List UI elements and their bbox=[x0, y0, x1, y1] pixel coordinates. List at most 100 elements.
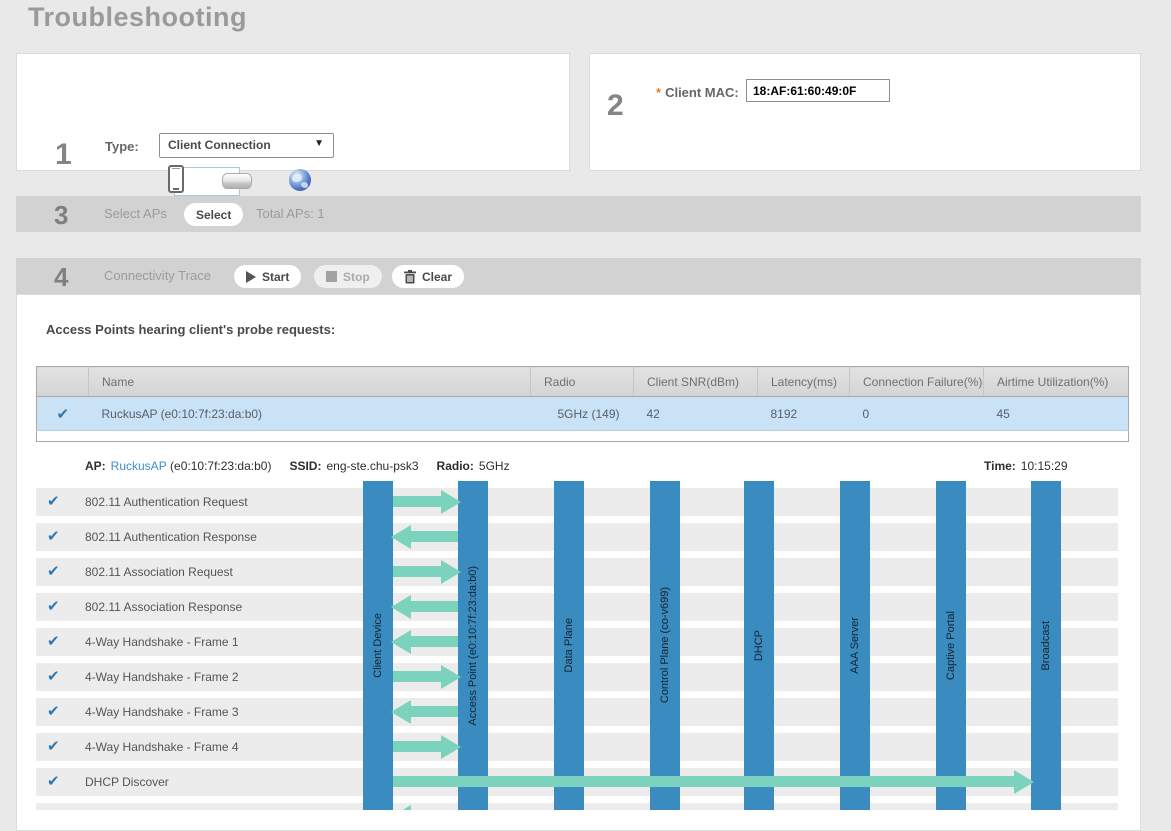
step-check-icon: ✔ bbox=[47, 558, 60, 586]
trace-arrow-right bbox=[393, 735, 461, 759]
step-check-icon: ✔ bbox=[47, 663, 60, 691]
step-check-icon: ✔ bbox=[47, 628, 60, 656]
ssid-value: eng-ste.chu-psk3 bbox=[326, 459, 418, 473]
column-header-latency-ms-[interactable]: Latency(ms) bbox=[758, 367, 850, 397]
step-label: 4-Way Handshake - Frame 3 bbox=[85, 698, 239, 726]
step-label: 4-Way Handshake - Frame 1 bbox=[85, 628, 239, 656]
trace-arrow-right bbox=[393, 665, 461, 689]
step4-bar: 4 Connectivity Trace Start Stop Clear bbox=[16, 258, 1141, 294]
page-title: Troubleshooting bbox=[28, 2, 247, 33]
time-value: 10:15:29 bbox=[1021, 459, 1068, 473]
client-snr-cell: 42 bbox=[634, 397, 758, 431]
trace-arrow-right bbox=[393, 560, 461, 584]
lane-label: Client Device bbox=[372, 613, 384, 678]
step-label: 802.11 Association Request bbox=[85, 558, 233, 586]
lane-label: Access Point (e0:10:7f:23:da:b0) bbox=[467, 566, 479, 726]
row-check-icon: ✔ bbox=[37, 397, 89, 431]
step1-panel: 1 Type: Client Connection ▼ bbox=[16, 53, 570, 171]
lane-label: Captive Portal bbox=[945, 611, 957, 680]
ssid-label: SSID: bbox=[289, 459, 321, 473]
trace-arrow-right bbox=[393, 490, 461, 514]
airtime-utilization-cell: 45 bbox=[984, 397, 1129, 431]
total-aps-label: Total APs: 1 bbox=[256, 196, 325, 232]
step-label: DHCP Discover bbox=[85, 768, 169, 796]
step-label: 4-Way Handshake - Frame 2 bbox=[85, 663, 239, 691]
trace-arrow-left bbox=[391, 595, 458, 619]
ap-label: AP: bbox=[85, 459, 106, 473]
step-check-icon: ✔ bbox=[47, 523, 60, 551]
select-aps-label: Select APs bbox=[104, 196, 167, 232]
stop-button[interactable]: Stop bbox=[314, 265, 382, 288]
lane-aaa-server: AAA Server bbox=[840, 481, 870, 810]
type-dropdown[interactable]: Client Connection ▼ bbox=[159, 133, 334, 158]
ap-name-cell: RuckusAP (e0:10:7f:23:da:b0) bbox=[89, 397, 531, 431]
lane-captive-portal: Captive Portal bbox=[936, 481, 966, 810]
step-check-icon: ✔ bbox=[47, 768, 60, 796]
step-check-icon: ✔ bbox=[47, 698, 60, 726]
radio-value: 5GHz bbox=[479, 459, 510, 473]
select-aps-button[interactable]: Select bbox=[184, 203, 243, 226]
trash-icon bbox=[404, 270, 416, 284]
time-label: Time: bbox=[984, 459, 1016, 473]
step-label: 802.11 Authentication Request bbox=[85, 488, 248, 516]
connectivity-trace-label: Connectivity Trace bbox=[104, 258, 211, 294]
step2-number: 2 bbox=[607, 89, 624, 123]
lane-label: DHCP bbox=[753, 630, 765, 661]
table-header-row: NameRadioClient SNR(dBm)Latency(ms)Conne… bbox=[37, 367, 1129, 397]
radio-cell: 5GHz (149) bbox=[531, 397, 634, 431]
step3-bar: 3 Select APs Select Total APs: 1 bbox=[16, 196, 1141, 232]
lane-access-point-e0-10-7f-23-da-b0-: Access Point (e0:10:7f:23:da:b0) bbox=[458, 481, 488, 810]
probe-requests-heading: Access Points hearing client's probe req… bbox=[46, 322, 335, 337]
trace-arrow-left bbox=[391, 700, 458, 724]
lane-dhcp: DHCP bbox=[744, 481, 774, 810]
required-marker: * bbox=[656, 85, 661, 100]
connection-failure-cell: 0 bbox=[850, 397, 984, 431]
client-device-icon[interactable] bbox=[168, 165, 184, 193]
clear-button[interactable]: Clear bbox=[392, 265, 464, 288]
globe-icon[interactable] bbox=[289, 169, 311, 191]
access-point-icon[interactable] bbox=[222, 173, 252, 189]
ap-table-row[interactable]: ✔RuckusAP (e0:10:7f:23:da:b0)5GHz (149)4… bbox=[37, 397, 1129, 431]
lane-label: AAA Server bbox=[849, 617, 861, 674]
chevron-down-icon: ▼ bbox=[314, 138, 324, 149]
trace-arrow-left bbox=[391, 525, 458, 549]
trace-time: Time: 10:15:29 bbox=[984, 459, 1068, 473]
lane-label: Broadcast bbox=[1040, 621, 1052, 671]
column-header-name[interactable]: Name bbox=[89, 367, 531, 397]
column-header-radio[interactable]: Radio bbox=[531, 367, 634, 397]
step1-number: 1 bbox=[55, 138, 72, 172]
lane-label: Control Plane (co-v699) bbox=[659, 587, 671, 703]
column-header-client-snr-dbm-[interactable]: Client SNR(dBm) bbox=[634, 367, 758, 397]
trace-ap-info: AP: RuckusAP (e0:10:7f:23:da:b0) SSID: eng-… bbox=[85, 459, 510, 473]
client-mac-input[interactable] bbox=[746, 79, 890, 102]
trace-arrow-right bbox=[393, 770, 1034, 794]
table-filler-row bbox=[37, 431, 1129, 442]
step2-panel: 2 *Client MAC: bbox=[589, 53, 1141, 171]
radio-label: Radio: bbox=[437, 459, 474, 473]
column-header-connection-failure-[interactable]: Connection Failure(%) bbox=[850, 367, 984, 397]
ap-mac: (e0:10:7f:23:da:b0) bbox=[170, 459, 271, 473]
play-icon bbox=[246, 271, 256, 283]
ap-name-link[interactable]: RuckusAP bbox=[111, 459, 167, 473]
step-label: 4-Way Handshake - Frame 4 bbox=[85, 733, 239, 761]
step3-number: 3 bbox=[54, 197, 68, 233]
step-check-icon: ✔ bbox=[47, 733, 60, 761]
step-check-icon: ✔ bbox=[47, 488, 60, 516]
type-label: Type: bbox=[105, 139, 139, 154]
step-check-icon: ✔ bbox=[47, 593, 60, 621]
latency-cell: 8192 bbox=[758, 397, 850, 431]
lane-control-plane-co-v699-: Control Plane (co-v699) bbox=[650, 481, 680, 810]
lane-broadcast: Broadcast bbox=[1031, 481, 1061, 810]
trace-arrow-left bbox=[391, 630, 458, 654]
trace-arrow-left bbox=[391, 805, 744, 810]
column-header-check[interactable] bbox=[37, 367, 89, 397]
type-dropdown-value: Client Connection bbox=[168, 134, 271, 157]
client-mac-label: *Client MAC: bbox=[656, 85, 739, 100]
lane-label: Data Plane bbox=[563, 618, 575, 672]
probe-requests-table: NameRadioClient SNR(dBm)Latency(ms)Conne… bbox=[36, 366, 1129, 442]
step-label: 802.11 Association Response bbox=[85, 593, 242, 621]
connectivity-trace-diagram: ✔802.11 Authentication Request✔802.11 Au… bbox=[36, 481, 1118, 810]
start-button[interactable]: Start bbox=[234, 265, 301, 288]
column-header-airtime-utilization-[interactable]: Airtime Utilization(%) bbox=[984, 367, 1129, 397]
step4-number: 4 bbox=[54, 259, 68, 295]
